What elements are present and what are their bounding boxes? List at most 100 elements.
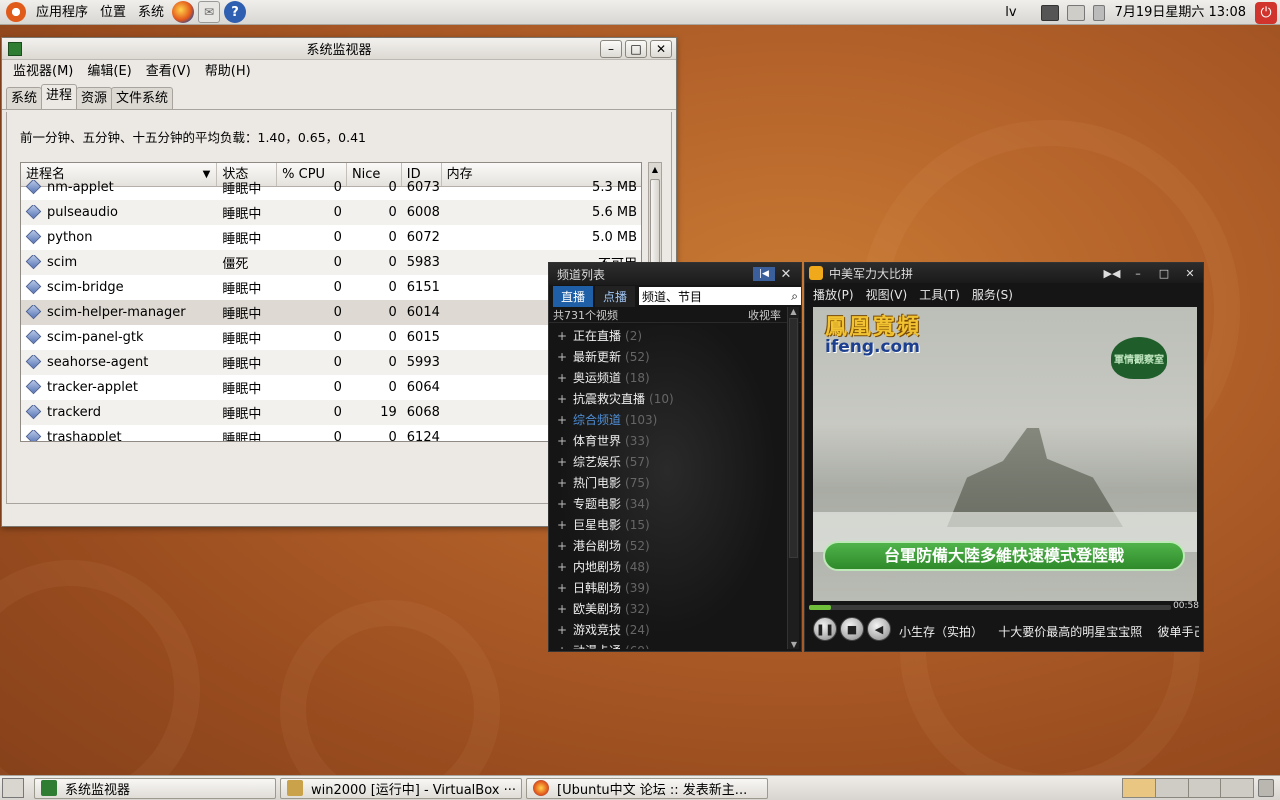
expand-icon[interactable]: + — [557, 351, 567, 363]
player-close-button[interactable]: ✕ — [1177, 267, 1203, 280]
menu-view[interactable]: 视图(V) — [866, 286, 908, 303]
volume-button[interactable]: ◀ — [867, 617, 891, 641]
channel-item[interactable]: + 最新更新 (52) — [549, 346, 785, 367]
workspace-1[interactable] — [1123, 779, 1156, 797]
expand-icon[interactable]: + — [557, 393, 567, 405]
workspace-switcher[interactable] — [1122, 778, 1254, 798]
tab-resources[interactable]: 资源 — [76, 87, 113, 109]
clock[interactable]: 7月19日星期六 13:08 — [1109, 0, 1252, 25]
channel-item[interactable]: + 日韩剧场 (39) — [549, 577, 785, 598]
expand-icon[interactable]: + — [557, 498, 567, 510]
tab-system[interactable]: 系统 — [6, 87, 43, 109]
menu-places[interactable]: 位置 — [94, 0, 132, 25]
firefox-icon[interactable] — [172, 1, 195, 23]
show-desktop-icon[interactable] — [2, 778, 24, 798]
channel-item[interactable]: + 动漫卡通 (69) — [549, 640, 785, 650]
stop-button[interactable]: ■ — [840, 617, 864, 641]
channel-item[interactable]: + 抗震救灾直播 (10) — [549, 388, 785, 409]
channel-close-button[interactable]: ✕ — [775, 267, 797, 282]
expand-icon[interactable]: + — [557, 435, 567, 447]
shutdown-icon[interactable]: ⏻ — [1255, 1, 1277, 24]
volume-icon[interactable] — [1092, 4, 1105, 21]
channel-item[interactable]: + 内地剧场 (48) — [549, 556, 785, 577]
table-row[interactable]: python 睡眠中 0 0 6072 5.0 MB — [21, 225, 641, 250]
process-cpu-cell: 0 — [333, 330, 342, 345]
progress-bar[interactable] — [809, 605, 1171, 610]
search-field[interactable]: 频道、节目 ⌕ — [639, 287, 801, 305]
tab-live[interactable]: 直播 — [553, 285, 594, 307]
channel-item[interactable]: + 欧美剧场 (32) — [549, 598, 785, 619]
workspace-4[interactable] — [1221, 779, 1253, 797]
process-nice-cell: 0 — [388, 255, 397, 270]
player-titlebar[interactable]: 中美军力大比拼 ▶◀ – □ ✕ — [805, 263, 1203, 283]
channel-list-titlebar[interactable]: 频道列表 |◀ ✕ — [549, 263, 801, 285]
expand-icon[interactable]: + — [557, 477, 567, 489]
search-icon[interactable]: ⌕ — [791, 289, 798, 304]
pause-button[interactable]: ❚❚ — [813, 617, 837, 641]
help-icon[interactable]: ? — [224, 1, 247, 23]
table-row[interactable]: nm-applet 睡眠中 0 0 6073 5.3 MB — [21, 175, 641, 200]
maximize-button[interactable]: □ — [625, 39, 647, 58]
user-name[interactable]: lv — [999, 0, 1022, 25]
expand-icon[interactable]: + — [557, 603, 567, 615]
channel-scrollbar[interactable]: ▲ ▼ — [787, 307, 799, 649]
printer-icon[interactable] — [1066, 4, 1085, 21]
tab-filesystems[interactable]: 文件系统 — [111, 87, 174, 109]
expand-icon[interactable]: + — [557, 624, 567, 636]
expand-icon[interactable]: + — [557, 456, 567, 468]
menu-play[interactable]: 播放(P) — [813, 286, 854, 303]
channel-item[interactable]: + 奥运频道 (18) — [549, 367, 785, 388]
channel-item[interactable]: + 综艺娱乐 (57) — [549, 451, 785, 472]
expand-icon[interactable]: + — [557, 414, 567, 426]
channel-item[interactable]: + 港台剧场 (52) — [549, 535, 785, 556]
workspace-3[interactable] — [1188, 779, 1222, 797]
expand-icon[interactable]: + — [557, 645, 567, 650]
task-system-monitor[interactable]: 系统监视器 — [34, 777, 276, 799]
expand-icon[interactable]: + — [557, 519, 567, 531]
channel-scroll-thumb[interactable] — [789, 318, 798, 558]
expand-icon[interactable]: + — [557, 330, 567, 342]
menu-system[interactable]: 系统 — [132, 0, 170, 25]
menu-applications[interactable]: 应用程序 — [30, 0, 94, 25]
close-button[interactable]: ✕ — [650, 39, 672, 58]
ubuntu-logo-icon[interactable] — [6, 2, 26, 22]
minimize-button[interactable]: – — [600, 39, 622, 58]
scroll-up-arrow-icon[interactable]: ▲ — [649, 163, 661, 177]
task-virtualbox[interactable]: win2000 [运行中] - VirtualBox ··· — [280, 777, 522, 799]
sort-by-views[interactable]: 收视率 — [748, 307, 781, 322]
menu-view[interactable]: 查看(V) — [139, 60, 198, 84]
expand-icon[interactable]: + — [557, 372, 567, 384]
channel-item[interactable]: + 热门电影 (75) — [549, 472, 785, 493]
network-icon[interactable] — [1040, 4, 1059, 21]
menu-monitor[interactable]: 监视器(M) — [6, 60, 80, 84]
news-ticker[interactable]: 小生存（实拍） 十大要价最高的明星宝宝照 彼单手己 — [899, 623, 1199, 640]
channel-item[interactable]: + 游戏竞技 (24) — [549, 619, 785, 640]
channel-item[interactable]: + 综合频道 (103) — [549, 409, 785, 430]
channel-item[interactable]: + 专题电影 (34) — [549, 493, 785, 514]
channel-item[interactable]: + 正在直播 (2) — [549, 325, 785, 346]
player-minimize-button[interactable]: – — [1125, 267, 1151, 280]
channel-item[interactable]: + 体育世界 (33) — [549, 430, 785, 451]
mini-mode-button[interactable]: ▶◀ — [1099, 267, 1125, 280]
menu-edit[interactable]: 编辑(E) — [80, 60, 138, 84]
task-firefox[interactable]: [Ubuntu中文 论坛 :: 发表新主... — [526, 777, 768, 799]
tab-vod[interactable]: 点播 — [595, 285, 636, 307]
sysmon-tabs: 系统 进程 资源 文件系统 — [2, 84, 676, 110]
channel-item[interactable]: + 巨星电影 (15) — [549, 514, 785, 535]
table-row[interactable]: pulseaudio 睡眠中 0 0 6008 5.6 MB — [21, 200, 641, 225]
workspace-2[interactable] — [1155, 779, 1189, 797]
expand-icon[interactable]: + — [557, 582, 567, 594]
trash-icon[interactable] — [1258, 779, 1274, 797]
tab-processes[interactable]: 进程 — [41, 84, 78, 109]
dock-button[interactable]: |◀ — [753, 267, 775, 281]
expand-icon[interactable]: + — [557, 540, 567, 552]
video-area[interactable]: 鳳凰寬頻 ifeng.com 軍情觀察室 台軍防備大陸多維快速模式登陸戰 — [813, 307, 1197, 601]
search-input[interactable]: 频道、节目 — [642, 288, 702, 305]
menu-service[interactable]: 服务(S) — [972, 286, 1013, 303]
mail-icon[interactable]: ✉ — [198, 1, 221, 23]
sysmon-titlebar[interactable]: 系统监视器 – □ ✕ — [2, 38, 676, 60]
expand-icon[interactable]: + — [557, 561, 567, 573]
player-maximize-button[interactable]: □ — [1151, 267, 1177, 280]
menu-tools[interactable]: 工具(T) — [919, 286, 960, 303]
menu-help[interactable]: 帮助(H) — [198, 60, 258, 84]
